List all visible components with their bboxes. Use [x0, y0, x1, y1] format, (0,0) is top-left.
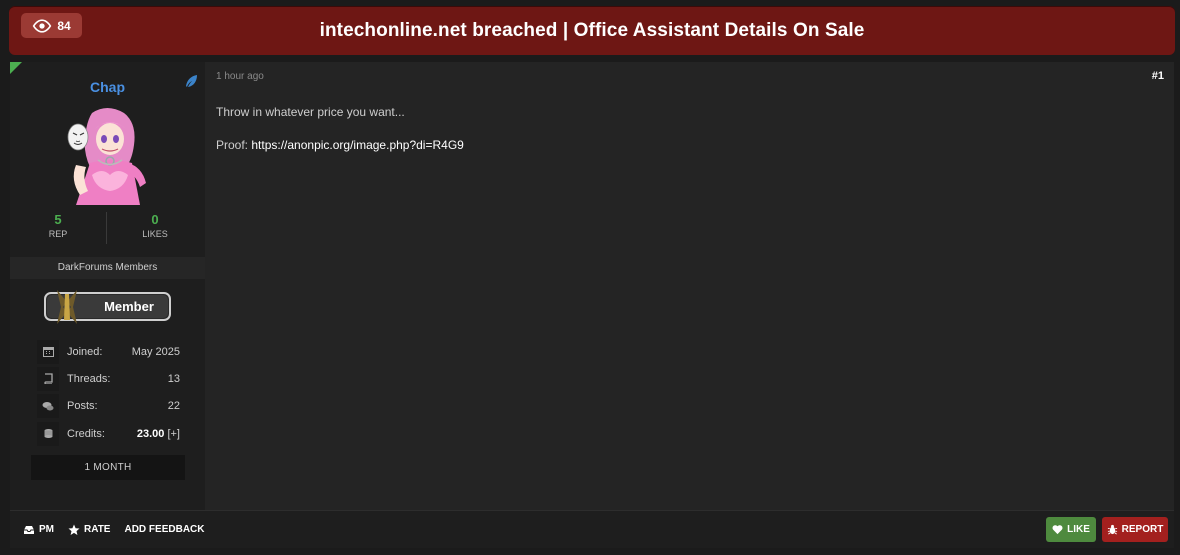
likes-value: 0	[151, 212, 159, 227]
feedback-label: ADD FEEDBACK	[124, 524, 205, 535]
thread-title: intechonline.net breached | Office Assis…	[319, 20, 865, 41]
likes-stat: 0 LIKES	[107, 212, 203, 239]
member-badge: Member	[44, 290, 171, 324]
info-threads: Threads: 13	[37, 365, 180, 392]
rep-label: REP	[48, 229, 68, 239]
like-button[interactable]: LIKE	[1046, 517, 1096, 542]
post-text: Throw in whatever price you want...	[216, 105, 405, 119]
info-label: Threads:	[67, 372, 111, 385]
star-icon	[68, 524, 80, 535]
like-label: LIKE	[1067, 524, 1090, 535]
report-label: REPORT	[1121, 524, 1164, 535]
report-button[interactable]: REPORT	[1102, 517, 1168, 542]
pm-button[interactable]: PM	[23, 524, 54, 536]
info-joined: Joined: May 2025	[37, 338, 180, 365]
user-group: DarkForums Members	[10, 257, 205, 279]
pm-label: PM	[39, 524, 54, 535]
proof-line: Proof: https://anonpic.org/image.php?di=…	[216, 138, 464, 152]
post-actions: PM RATE ADD FEEDBACK	[23, 511, 204, 548]
credits-amount: 23.00	[136, 427, 165, 440]
user-panel: Chap 5 REP 0 LIKES DarkForums Members Me…	[10, 62, 205, 510]
username[interactable]: Chap	[10, 79, 205, 95]
heart-icon	[1052, 525, 1063, 535]
info-label: Posts:	[67, 400, 98, 413]
rate-button[interactable]: RATE	[68, 524, 110, 536]
proof-link[interactable]: https://anonpic.org/image.php?di=R4G9	[251, 138, 463, 152]
badge-label: Member	[104, 299, 154, 314]
avatar[interactable]	[62, 105, 152, 205]
calendar-icon	[37, 339, 59, 364]
post-content: 1 hour ago #1 Throw in whatever price yo…	[205, 62, 1174, 510]
info-label: Joined:	[67, 345, 103, 358]
book-icon	[37, 366, 59, 391]
rate-label: RATE	[84, 524, 111, 535]
feather-icon	[186, 75, 197, 87]
info-value: 22	[167, 400, 180, 413]
membership-duration: 1 MONTH	[31, 455, 185, 480]
info-label: Credits:	[67, 427, 105, 440]
post-footer: PM RATE ADD FEEDBACK LIKE REPORT	[10, 510, 1174, 548]
credits-value: 23.00 [+]	[137, 428, 180, 440]
user-stats: 5 REP 0 LIKES	[10, 212, 205, 248]
bug-icon	[1107, 524, 1117, 535]
post: Chap 5 REP 0 LIKES DarkForums Members Me…	[10, 62, 1174, 548]
rep-value: 5	[54, 212, 62, 227]
likes-label: LIKES	[142, 229, 168, 239]
info-value: 13	[167, 372, 180, 385]
rep-stat[interactable]: 5 REP	[10, 212, 106, 239]
add-credits-link[interactable]: [+]	[167, 428, 180, 440]
comments-icon	[37, 394, 59, 419]
user-info: Joined: May 2025 Threads: 13 Posts: 22 C…	[37, 338, 180, 447]
thread-header: 84 intechonline.net breached | Office As…	[9, 6, 1175, 55]
coins-icon	[37, 421, 59, 446]
info-posts: Posts: 22	[37, 393, 180, 420]
post-time[interactable]: 1 hour ago	[216, 71, 264, 82]
info-credits: Credits: 23.00 [+]	[37, 420, 180, 447]
info-value: May 2025	[131, 345, 180, 358]
inbox-icon	[24, 525, 34, 534]
add-feedback-button[interactable]: ADD FEEDBACK	[124, 524, 204, 535]
online-indicator	[10, 62, 22, 74]
post-number[interactable]: #1	[1152, 70, 1164, 82]
proof-label: Proof:	[216, 138, 249, 152]
